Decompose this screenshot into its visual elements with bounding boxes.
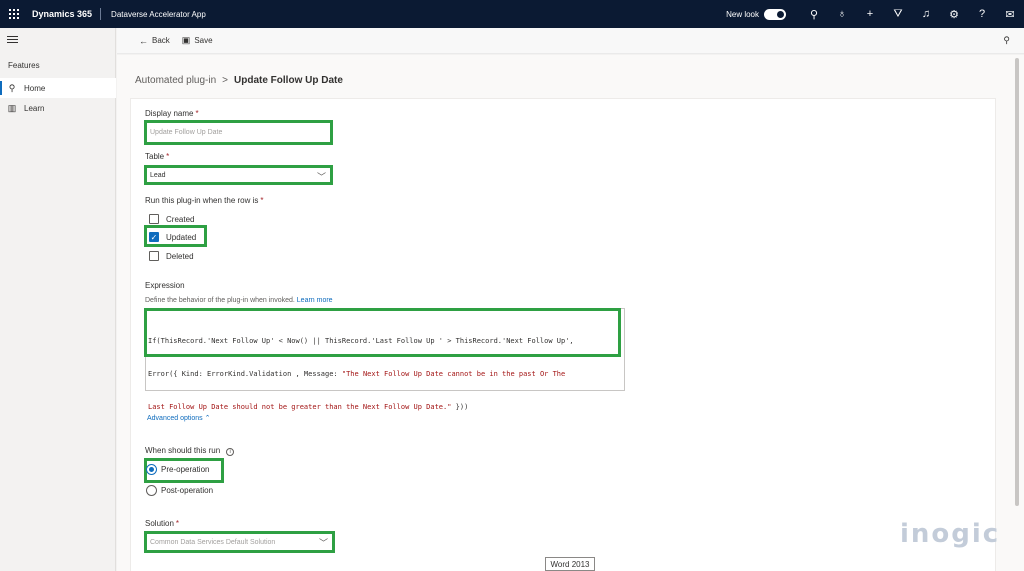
- back-label: Back: [152, 36, 170, 45]
- back-button[interactable]: ← Back: [139, 36, 170, 46]
- expression-description: Define the behavior of the plug-in when …: [145, 297, 333, 304]
- solution-select[interactable]: Common Data Services Default Solution ﹀: [144, 531, 335, 553]
- deleted-label: Deleted: [166, 251, 194, 261]
- learn-more-link[interactable]: Learn more: [297, 297, 333, 304]
- brand-label[interactable]: Dynamics 365: [28, 8, 102, 20]
- arrow-left-icon: ←: [139, 35, 148, 46]
- chevron-down-icon: ﹀: [316, 172, 326, 182]
- save-label: Save: [194, 36, 213, 45]
- sidebar-item-label: Home: [24, 83, 46, 93]
- help-icon[interactable]: ?: [968, 0, 996, 28]
- plus-icon[interactable]: +: [856, 0, 884, 28]
- book-icon: ▥: [7, 102, 17, 113]
- save-button[interactable]: ▣ Save: [182, 35, 213, 46]
- code-line-2: Error({ Kind: ErrorKind.Validation , Mes…: [148, 370, 566, 378]
- top-bar: Dynamics 365 Dataverse Accelerator App N…: [0, 0, 1024, 28]
- scrollbar[interactable]: [1015, 58, 1019, 506]
- display-name-input[interactable]: Update Follow Up Date: [144, 120, 333, 145]
- breadcrumb-separator: >: [222, 75, 229, 86]
- form-card: Display name * Update Follow Up Date Tabl…: [130, 98, 996, 571]
- run-when-label: Run this plug-in when the row is *: [145, 196, 264, 205]
- sidebar-section-title: Features: [8, 61, 40, 70]
- table-value: Lead: [150, 171, 166, 179]
- sidebar-item-home[interactable]: ⚲ Home: [0, 78, 116, 98]
- breadcrumb: Automated plug-in > Update Follow Up Dat…: [135, 75, 343, 86]
- updated-label: Updated: [166, 232, 197, 242]
- pre-operation-label: Pre-operation: [161, 465, 210, 474]
- sidebar-item-learn[interactable]: ▥ Learn: [0, 98, 116, 118]
- table-label: Table *: [145, 152, 170, 161]
- chevron-down-icon: ﹀: [318, 538, 328, 548]
- created-checkbox[interactable]: Created: [149, 214, 194, 224]
- gear-icon[interactable]: ⚙: [940, 0, 968, 28]
- radio-button: [146, 464, 157, 475]
- code-line-1: If(ThisRecord.'Next Follow Up' < Now() |…: [148, 337, 574, 345]
- checkbox-box: [149, 251, 159, 261]
- updated-checkbox[interactable]: ✓ Updated: [149, 232, 196, 242]
- when-run-label: When should this run i: [145, 446, 235, 456]
- feedback-icon[interactable]: ✉: [996, 0, 1024, 28]
- breadcrumb-current: Update Follow Up Date: [234, 75, 343, 86]
- waffle-icon: [9, 9, 19, 19]
- new-look-toggle[interactable]: [764, 8, 786, 20]
- checkmark-icon: ✓: [149, 232, 159, 242]
- post-operation-label: Post-operation: [161, 486, 214, 495]
- solution-label: Solution *: [145, 519, 180, 528]
- display-name-label: Display name *: [145, 109, 199, 118]
- created-label: Created: [166, 214, 195, 224]
- filter-icon[interactable]: ⛛: [884, 0, 912, 28]
- radio-button: [146, 485, 157, 496]
- code-line-3: Last Follow Up Date should not be greate…: [148, 403, 469, 411]
- hamburger-icon[interactable]: [7, 36, 18, 45]
- advanced-options-toggle[interactable]: Advanced options ⌃: [147, 414, 210, 422]
- inogic-watermark: inogic: [900, 519, 1001, 549]
- expression-label: Expression: [145, 281, 185, 290]
- save-icon: ▣: [181, 35, 191, 45]
- pin-icon[interactable]: ⚲: [1003, 35, 1010, 46]
- pre-operation-radio[interactable]: Pre-operation: [146, 464, 209, 475]
- post-operation-radio[interactable]: Post-operation: [146, 485, 213, 496]
- info-icon[interactable]: i: [226, 448, 235, 456]
- solution-value: Common Data Services Default Solution: [150, 538, 276, 546]
- word-tooltip: Word 2013: [545, 557, 595, 571]
- expression-code: If(ThisRecord.'Next Follow Up' < Now() |…: [148, 314, 574, 435]
- display-name-placeholder: Update Follow Up Date: [150, 129, 223, 136]
- deleted-checkbox[interactable]: Deleted: [149, 251, 194, 261]
- table-select[interactable]: Lead ﹀: [144, 165, 333, 185]
- lightbulb-icon[interactable]: ♁: [828, 0, 856, 28]
- breadcrumb-parent[interactable]: Automated plug-in: [135, 75, 216, 86]
- checkbox-box: [149, 214, 159, 224]
- app-name[interactable]: Dataverse Accelerator App: [101, 10, 206, 19]
- sidebar-item-label: Learn: [24, 103, 45, 113]
- rocket-icon: ⚲: [8, 82, 16, 93]
- search-icon[interactable]: ⚲: [800, 0, 828, 28]
- app-launcher-button[interactable]: [0, 0, 28, 28]
- bell-icon[interactable]: ♫: [912, 0, 940, 28]
- sidebar: Features ⚲ Home ▥ Learn: [0, 28, 116, 571]
- new-look-label: New look: [726, 9, 759, 19]
- command-bar: ← Back ▣ Save ⚲: [117, 28, 1024, 54]
- main-area: Automated plug-in > Update Follow Up Dat…: [117, 55, 1024, 571]
